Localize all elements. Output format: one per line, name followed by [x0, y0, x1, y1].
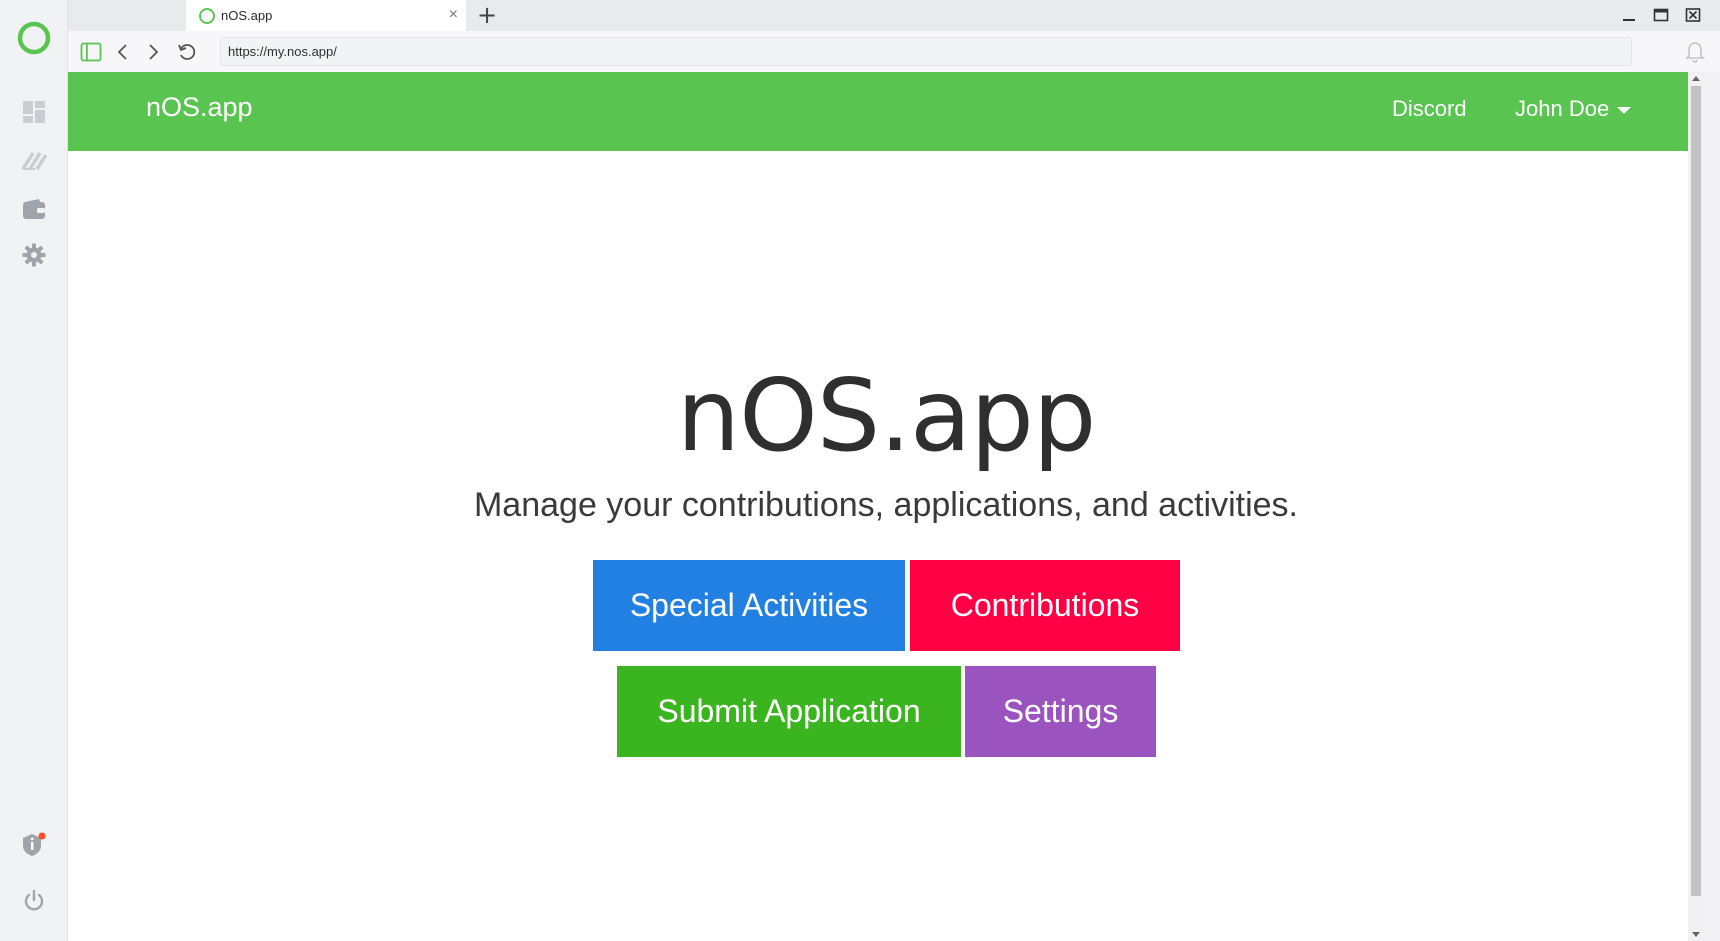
tab-favicon-icon: [199, 7, 215, 24]
url-input[interactable]: https://my.nos.app/: [220, 37, 1632, 66]
exchange-icon[interactable]: [0, 147, 68, 173]
forward-icon[interactable]: [140, 39, 166, 65]
browser-tab[interactable]: nOS.app ×: [186, 0, 466, 31]
site-brand-link[interactable]: nOS.app: [146, 92, 253, 123]
notifications-bell-icon[interactable]: [1684, 39, 1706, 68]
scrollbar-thumb[interactable]: [1691, 86, 1701, 896]
tab-close-icon[interactable]: ×: [449, 6, 458, 24]
contributions-button[interactable]: Contributions: [910, 560, 1180, 651]
close-window-icon[interactable]: [1682, 6, 1704, 24]
user-name: John Doe: [1515, 96, 1610, 121]
new-tab-button[interactable]: +: [474, 1, 500, 29]
maximize-icon[interactable]: [1650, 6, 1672, 24]
web-page: nOS.app Discord John Doe nOS.app Manage …: [68, 72, 1704, 941]
nos-logo-icon[interactable]: [0, 18, 68, 58]
wallet-icon[interactable]: [0, 196, 68, 222]
dashboard-icon[interactable]: [0, 99, 68, 125]
scroll-up-icon[interactable]: [1691, 74, 1701, 82]
reload-icon[interactable]: [174, 39, 200, 65]
settings-button[interactable]: Settings: [965, 666, 1156, 757]
submit-application-button[interactable]: Submit Application: [617, 666, 961, 757]
site-header: nOS.app Discord John Doe: [68, 72, 1704, 151]
info-shield-icon[interactable]: [0, 831, 68, 859]
sidebar-toggle-icon[interactable]: [78, 39, 104, 65]
back-icon[interactable]: [110, 39, 136, 65]
minimize-icon[interactable]: [1618, 6, 1640, 24]
tab-strip: nOS.app × +: [68, 0, 1720, 31]
page-title: nOS.app: [676, 357, 1097, 474]
page-subtitle: Manage your contributions, applications,…: [473, 486, 1299, 524]
tab-title: nOS.app: [221, 8, 273, 23]
scroll-down-icon[interactable]: [1691, 931, 1701, 939]
gear-icon[interactable]: [0, 242, 68, 268]
power-icon[interactable]: [0, 888, 68, 914]
chevron-down-icon: [1617, 106, 1632, 114]
user-menu[interactable]: John Doe: [1515, 96, 1632, 122]
page-scrollbar[interactable]: [1688, 72, 1704, 941]
address-bar: https://my.nos.app/: [68, 31, 1720, 72]
special-activities-button[interactable]: Special Activities: [593, 560, 905, 651]
app-sidebar: [0, 0, 68, 941]
discord-link[interactable]: Discord: [1392, 96, 1467, 122]
